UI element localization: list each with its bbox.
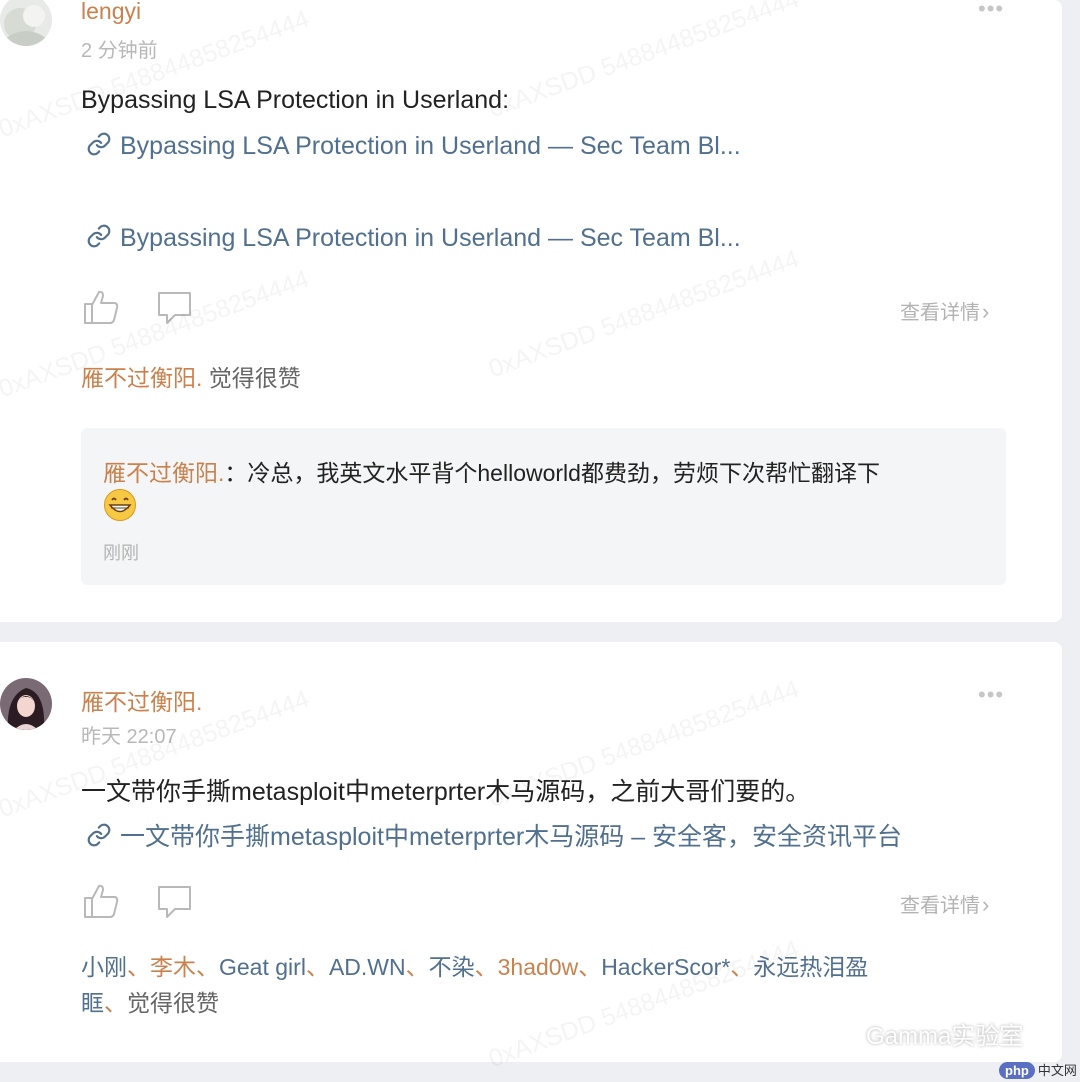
reply-box: 雁不过衡阳.：冷总，我英文水平背个helloworld都费劲，劳烦下次帮忙翻译下… bbox=[81, 428, 1006, 585]
chevron-right-icon: › bbox=[982, 299, 990, 324]
liker-sep: 、 bbox=[196, 954, 219, 980]
site-text: 中文网 bbox=[1037, 1063, 1077, 1078]
post-text: 一文带你手撕metasploit中meterprter木马源码，之前大哥们要的。 bbox=[81, 778, 811, 806]
post-link-label: 一文带你手撕metasploit中meterprter木马源码 – 安全客，安全… bbox=[120, 823, 903, 851]
link-icon bbox=[87, 823, 111, 847]
liker-sep: 、 bbox=[474, 954, 498, 980]
likers-line-2: 眶、觉得很赞 bbox=[81, 985, 219, 1021]
liker-sep: 、 bbox=[405, 954, 429, 980]
liker-sep: 、 bbox=[578, 954, 602, 980]
wechat-icon bbox=[821, 1021, 859, 1049]
liker-name[interactable]: 雁不过衡阳. bbox=[81, 365, 202, 391]
php-badge: php bbox=[999, 1062, 1035, 1079]
liker-name[interactable]: HackerScor* bbox=[601, 954, 730, 980]
view-details-label: 查看详情 bbox=[900, 895, 980, 917]
post-card-2: 雁不过衡阳. 昨天 22:07 ••• 一文带你手撕metasploit中met… bbox=[0, 642, 1062, 1062]
reply-content: ：冷总，我英文水平背个helloworld都费劲，劳烦下次帮忙翻译下 bbox=[224, 460, 880, 486]
like-icon[interactable] bbox=[82, 289, 120, 325]
post-author[interactable]: 雁不过衡阳. bbox=[81, 683, 202, 717]
post-link-1[interactable]: Bypassing LSA Protection in Userland — S… bbox=[86, 131, 741, 161]
reply-text: 雁不过衡阳.：冷总，我英文水平背个helloworld都费劲，劳烦下次帮忙翻译下 bbox=[103, 454, 880, 488]
logo-text: Gamma实验室 bbox=[866, 1023, 1024, 1050]
comment-icon[interactable] bbox=[157, 291, 193, 325]
liker-name[interactable]: 小刚 bbox=[81, 954, 127, 980]
liker-sep: 、 bbox=[104, 990, 127, 1016]
view-details-link[interactable]: 查看详情› bbox=[900, 889, 989, 918]
avatar[interactable] bbox=[0, 0, 52, 46]
post-link-label: Bypassing LSA Protection in Userland — S… bbox=[120, 224, 741, 252]
link-icon bbox=[87, 132, 111, 156]
liker-name[interactable]: AD.WN bbox=[329, 954, 406, 980]
post-author[interactable]: lengyi bbox=[81, 0, 141, 25]
liker-sep: 、 bbox=[730, 954, 754, 980]
reply-author[interactable]: 雁不过衡阳. bbox=[103, 460, 224, 486]
post-text: Bypassing LSA Protection in Userland: bbox=[81, 86, 510, 114]
post-link-2[interactable]: Bypassing LSA Protection in Userland — S… bbox=[86, 223, 741, 253]
liker-name[interactable]: 眶 bbox=[81, 990, 104, 1016]
gamma-lab-logo: Gamma实验室 bbox=[820, 1016, 1023, 1051]
liker-name[interactable]: 不染 bbox=[429, 954, 475, 980]
view-details-label: 查看详情 bbox=[900, 302, 980, 324]
liker-sep: 、 bbox=[127, 954, 150, 980]
view-details-link[interactable]: 查看详情› bbox=[900, 296, 989, 325]
avatar[interactable] bbox=[0, 678, 52, 730]
likers-line-1: 小刚、李木、Geat girl、AD.WN、不染、3had0w、HackerSc… bbox=[81, 949, 868, 985]
likes-suffix: 觉得很赞 bbox=[208, 365, 301, 391]
chevron-right-icon: › bbox=[982, 892, 990, 917]
liker-name[interactable]: 3had0w bbox=[498, 954, 579, 980]
liker-sep: 、 bbox=[305, 954, 329, 980]
grinning-emoji-icon bbox=[104, 489, 136, 521]
reply-time: 刚刚 bbox=[103, 543, 139, 563]
site-watermark: php 中文网 bbox=[999, 1060, 1077, 1082]
more-options-icon[interactable]: ••• bbox=[978, 682, 1004, 708]
post-link[interactable]: 一文带你手撕metasploit中meterprter木马源码 – 安全客，安全… bbox=[86, 817, 902, 853]
post-time: 2 分钟前 bbox=[81, 40, 158, 62]
liker-name[interactable]: 永远热泪盈 bbox=[753, 954, 868, 980]
more-options-icon[interactable]: ••• bbox=[978, 0, 1004, 22]
post-time: 昨天 22:07 bbox=[81, 726, 177, 748]
liker-name[interactable]: Geat girl bbox=[219, 954, 306, 980]
post-link-label: Bypassing LSA Protection in Userland — S… bbox=[120, 132, 741, 160]
link-icon bbox=[87, 224, 111, 248]
liker-name[interactable]: 李木 bbox=[150, 954, 196, 980]
like-icon[interactable] bbox=[82, 883, 120, 919]
comment-icon[interactable] bbox=[157, 885, 193, 919]
post-card-1: lengyi 2 分钟前 ••• Bypassing LSA Protectio… bbox=[0, 0, 1062, 622]
likes-suffix: 觉得很赞 bbox=[127, 990, 219, 1016]
likes-line: 雁不过衡阳. 觉得很赞 bbox=[81, 359, 301, 393]
